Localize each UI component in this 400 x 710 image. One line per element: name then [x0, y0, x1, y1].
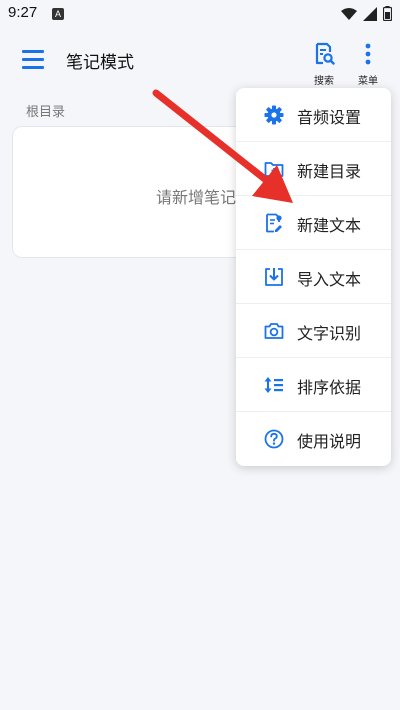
folder-add-icon	[262, 158, 286, 180]
status-icons	[341, 6, 392, 21]
search-document-icon	[315, 42, 335, 65]
menu-item-label: 音频设置	[297, 108, 362, 127]
menu-item-label: 新建目录	[297, 162, 362, 181]
help-circle-icon	[262, 428, 286, 450]
menu-item-new-text[interactable]: 新建文本	[236, 196, 391, 250]
menu-item-label: 文字识别	[297, 324, 362, 343]
menu-item-instructions[interactable]: 使用说明	[236, 412, 391, 466]
signal-icon	[363, 6, 377, 21]
gear-icon	[262, 104, 286, 126]
search-label: 搜索	[314, 76, 334, 87]
popup-menu: 音频设置 新建目录 新建文本 导入文本 文字识别 排序依据 使用说明	[236, 88, 391, 466]
import-icon	[262, 266, 286, 288]
menu-label: 菜单	[358, 76, 378, 87]
more-vertical-icon	[365, 43, 371, 65]
new-document-icon	[262, 212, 286, 234]
menu-item-label: 使用说明	[297, 432, 362, 451]
hamburger-menu-icon[interactable]	[22, 50, 44, 70]
battery-icon	[383, 6, 392, 21]
section-label: 根目录	[26, 105, 66, 120]
camera-icon	[262, 320, 286, 342]
menu-item-text-recognition[interactable]: 文字识别	[236, 304, 391, 358]
menu-button[interactable]: 菜单	[350, 42, 386, 87]
wifi-icon	[341, 7, 357, 20]
status-time: 9:27	[8, 4, 38, 21]
menu-item-label: 导入文本	[297, 270, 362, 289]
menu-item-sort-by[interactable]: 排序依据	[236, 358, 391, 412]
notification-badge: A	[52, 8, 64, 20]
empty-state-text: 请新增笔记	[156, 188, 237, 207]
search-button[interactable]: 搜索	[306, 42, 342, 87]
menu-item-audio-settings[interactable]: 音频设置	[236, 88, 391, 142]
status-bar: 9:27 A	[0, 0, 400, 28]
sort-icon	[262, 374, 286, 396]
menu-item-label: 排序依据	[297, 378, 362, 397]
page-title: 笔记模式	[66, 53, 134, 73]
menu-item-import-text[interactable]: 导入文本	[236, 250, 391, 304]
app-bar: 笔记模式 搜索 菜单	[0, 28, 400, 92]
menu-item-label: 新建文本	[297, 216, 362, 235]
menu-item-new-folder[interactable]: 新建目录	[236, 142, 391, 196]
